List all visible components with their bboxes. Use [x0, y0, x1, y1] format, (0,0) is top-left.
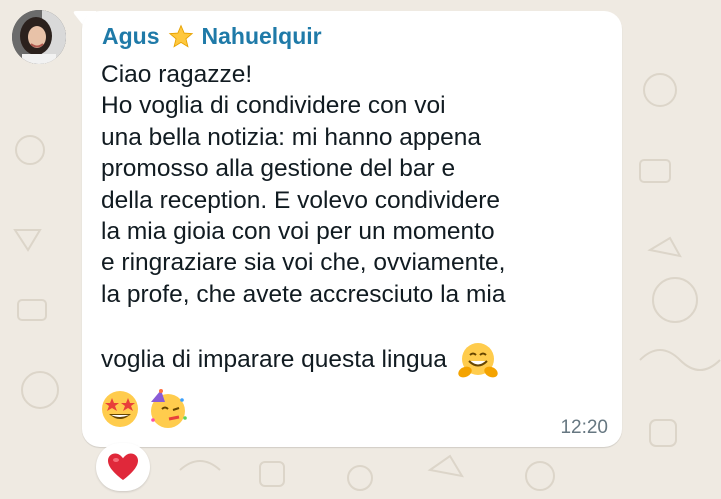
sender-last-name: Nahuelquir [201, 23, 322, 49]
message-bubble[interactable]: Agus Nahuelquir Ciao ragazze! Ho voglia … [82, 11, 622, 447]
sender-name[interactable]: Agus Nahuelquir [102, 23, 322, 50]
sender-first-name: Agus [102, 23, 160, 49]
hugging-face-icon [458, 343, 498, 378]
partying-face-icon [151, 389, 187, 428]
message-text: Ciao ragazze! Ho voglia di condividere c… [101, 61, 506, 308]
message-last-line-text: voglia di imparare questa lingua [101, 346, 447, 373]
sender-avatar[interactable] [12, 10, 66, 64]
message-last-line: voglia di imparare questa lingua [101, 339, 499, 381]
star-struck-icon [102, 391, 138, 427]
emoji-row [99, 388, 189, 430]
reaction-badge[interactable] [96, 443, 150, 491]
red-heart-icon [108, 453, 138, 480]
message-timestamp: 12:20 [560, 417, 608, 438]
avatar-photo [12, 10, 66, 64]
star-icon [168, 24, 193, 48]
